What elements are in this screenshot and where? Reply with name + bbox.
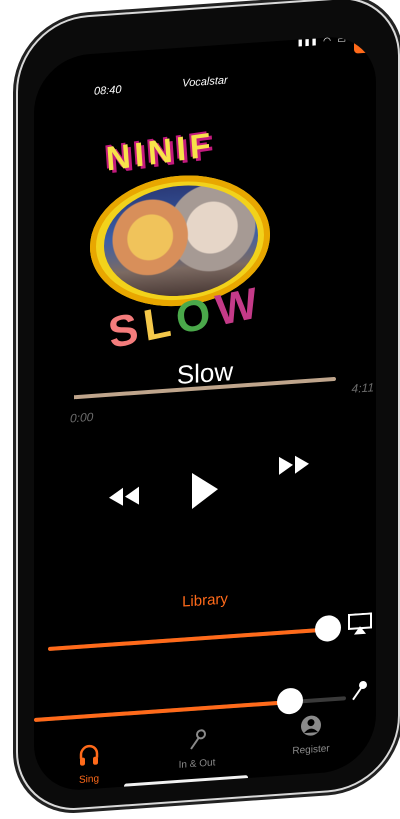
music-volume-knob[interactable] [315, 614, 341, 643]
tab-register[interactable]: Register [266, 711, 356, 758]
fast-forward-button[interactable] [274, 448, 314, 481]
rewind-icon [109, 486, 139, 506]
app-badge-star-icon[interactable]: ★ [354, 34, 376, 54]
app-title: Vocalstar [182, 74, 228, 90]
tab-in-out-label: In & Out [178, 757, 216, 771]
album-art: NINIF SLOW [82, 119, 278, 358]
app-screen: 08:40 Vocalstar ▮▮▮ ◠ ▭ ★ NINIF SLOW Slo… [34, 34, 376, 794]
wifi-icon: ◠ [323, 35, 333, 46]
tab-in-out[interactable]: In & Out [152, 725, 242, 772]
song-title: Slow [176, 356, 234, 391]
play-button[interactable] [184, 465, 226, 516]
progress-fill [74, 395, 75, 400]
mic-volume-knob[interactable] [276, 687, 303, 716]
tab-sing[interactable]: Sing [44, 741, 134, 788]
person-circle-icon [301, 715, 321, 736]
play-icon [192, 472, 218, 509]
music-volume-fill [48, 627, 328, 652]
headphones-icon [79, 744, 99, 766]
album-art-letter: W [212, 277, 267, 336]
microphone-icon [352, 680, 367, 701]
rewind-button[interactable] [104, 480, 144, 513]
tab-register-label: Register [292, 743, 330, 757]
battery-icon: ▭ [337, 34, 348, 45]
music-volume-slider[interactable] [48, 614, 341, 652]
playback-controls [34, 454, 376, 528]
airplay-icon[interactable] [348, 612, 372, 636]
album-art-band-text: NINIF [104, 125, 216, 179]
status-bar: 08:40 Vocalstar ▮▮▮ ◠ ▭ ★ [34, 34, 376, 98]
elapsed-time: 0:00 [70, 409, 94, 426]
total-time: 4:11 [351, 380, 374, 396]
microphone-icon [190, 729, 206, 750]
fast-forward-icon [279, 455, 309, 475]
tab-sing-label: Sing [78, 773, 99, 786]
